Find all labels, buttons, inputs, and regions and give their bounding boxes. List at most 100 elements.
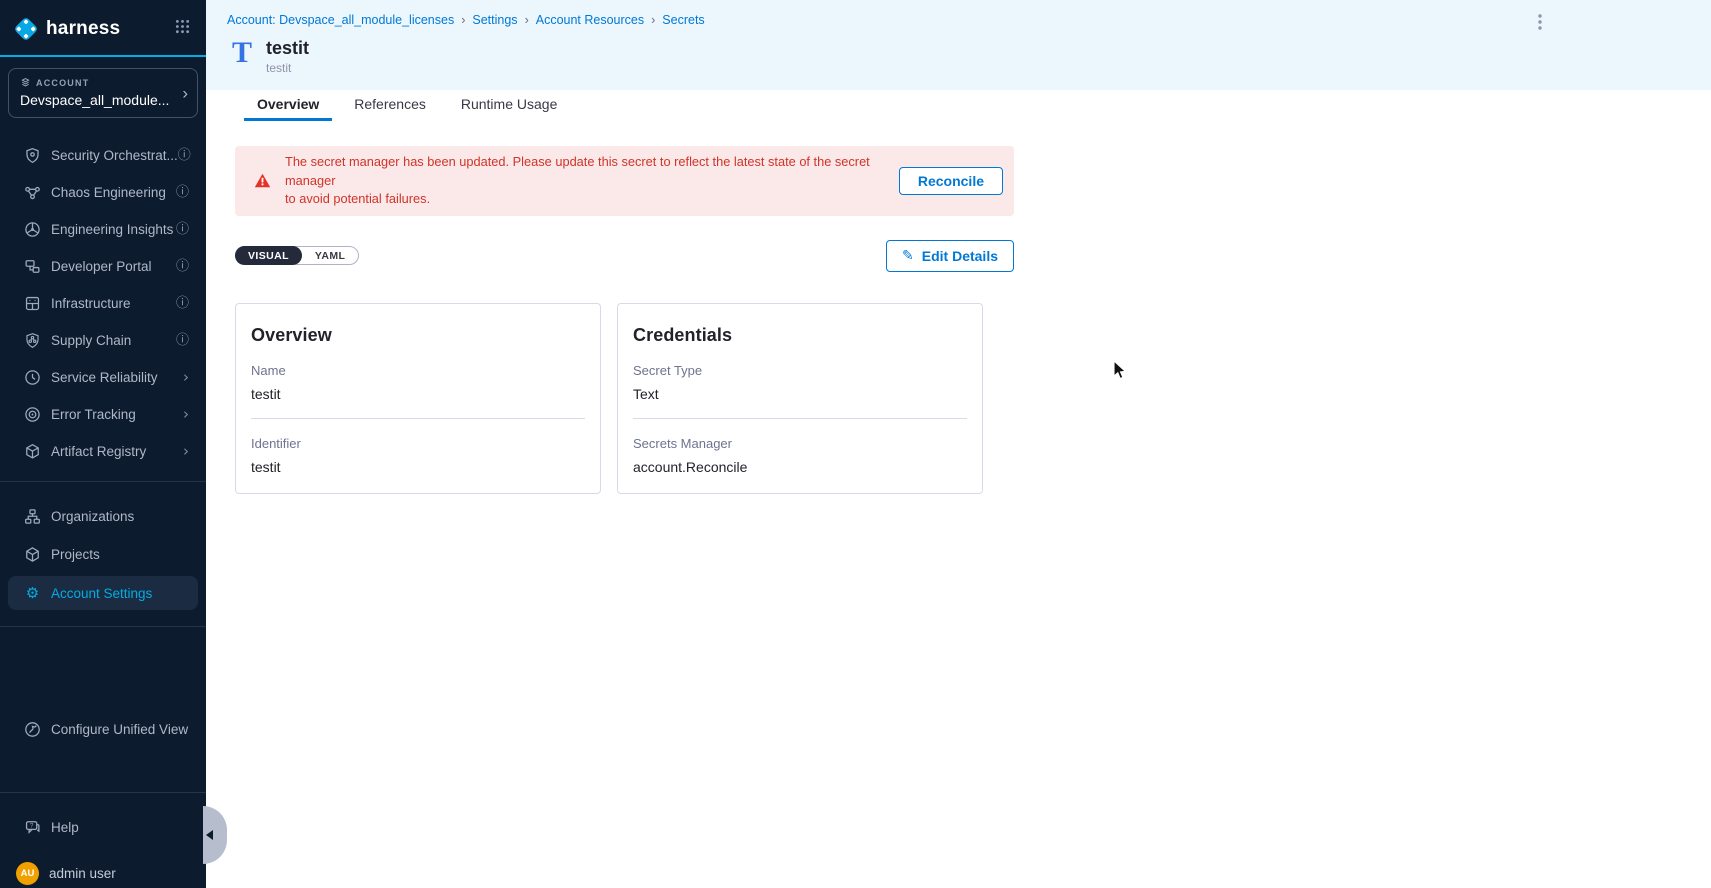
sidebar-item-label: Supply Chain	[51, 333, 131, 348]
card-title: Overview	[251, 325, 585, 346]
sidebar-item-label: Error Tracking	[51, 407, 136, 422]
user-name: admin user	[49, 866, 116, 881]
apps-grid-icon[interactable]	[175, 19, 190, 39]
toggle-yaml[interactable]: YAML	[302, 247, 358, 264]
sidebar-item-label: Security Orchestrat...	[51, 148, 178, 163]
tab-overview[interactable]: Overview	[244, 90, 332, 121]
sidebar-item-account-settings[interactable]: ⚙ Account Settings	[8, 576, 198, 610]
card-title: Credentials	[633, 325, 967, 346]
organizations-icon	[24, 508, 41, 525]
sidebar-item-security-orchestration[interactable]: Security Orchestrat... ⓘ	[0, 141, 206, 169]
artifact-registry-icon	[24, 443, 41, 460]
chevron-right-icon: ›	[183, 407, 189, 422]
warning-message: The secret manager has been updated. Ple…	[285, 153, 893, 209]
breadcrumb-separator: ›	[651, 13, 655, 27]
field-value-name: testit	[251, 386, 585, 402]
sidebar-item-chaos-engineering[interactable]: Chaos Engineering ⓘ	[0, 178, 206, 206]
sidebar-item-error-tracking[interactable]: Error Tracking ›	[0, 400, 206, 428]
info-icon[interactable]: ⓘ	[176, 297, 189, 310]
field-label-identifier: Identifier	[251, 436, 585, 451]
field-label-secret-type: Secret Type	[633, 363, 967, 378]
sidebar-divider	[0, 626, 206, 627]
account-name: Devspace_all_module...	[20, 92, 171, 108]
help-chat-icon: ?	[24, 819, 41, 836]
cards-row: Overview Name testit Identifier testit C…	[235, 303, 1711, 494]
warning-icon	[254, 173, 271, 188]
chevron-right-icon: ›	[182, 85, 188, 102]
info-icon[interactable]: ⓘ	[176, 186, 189, 199]
main-area: Account: Devspace_all_module_licenses › Se…	[206, 0, 1711, 888]
field-label-name: Name	[251, 363, 585, 378]
sidebar-item-infrastructure[interactable]: Infrastructure ⓘ	[0, 289, 206, 317]
kebab-menu-icon[interactable]	[1533, 13, 1547, 36]
sidebar-item-configure-unified-view[interactable]: Configure Unified View	[0, 715, 206, 743]
warning-message-line2: to avoid potential failures.	[285, 190, 893, 209]
visual-yaml-toggle: VISUAL YAML	[235, 246, 359, 265]
accent-rule	[0, 55, 206, 57]
sidebar-item-label: Account Settings	[51, 586, 152, 601]
sidebar-item-label: Service Reliability	[51, 370, 158, 385]
info-icon[interactable]: ⓘ	[178, 149, 191, 162]
breadcrumb-secrets[interactable]: Secrets	[662, 13, 704, 27]
sidebar-item-label: Configure Unified View	[51, 722, 188, 737]
title-row: T testit testit	[227, 38, 1711, 75]
chevron-left-icon	[206, 830, 213, 840]
sidebar-item-service-reliability[interactable]: Service Reliability ›	[0, 363, 206, 391]
sidebar-item-artifact-registry[interactable]: Artifact Registry ›	[0, 437, 206, 465]
sidebar-item-label: Chaos Engineering	[51, 185, 166, 200]
info-icon[interactable]: ⓘ	[176, 223, 189, 236]
sidebar-item-label: Help	[51, 820, 79, 835]
account-scope-selector[interactable]: ACCOUNT Devspace_all_module... ›	[8, 68, 198, 118]
page-header: Account: Devspace_all_module_licenses › Se…	[206, 0, 1711, 90]
card-divider	[633, 418, 967, 419]
sidebar-item-label: Projects	[51, 547, 100, 562]
infrastructure-icon	[24, 295, 41, 312]
breadcrumb: Account: Devspace_all_module_licenses › Se…	[227, 13, 1711, 27]
breadcrumb-separator: ›	[525, 13, 529, 27]
tab-runtime-usage[interactable]: Runtime Usage	[448, 90, 571, 121]
reconcile-button[interactable]: Reconcile	[899, 167, 1003, 195]
page-title: testit	[266, 38, 309, 58]
credentials-card: Credentials Secret Type Text Secrets Man…	[617, 303, 983, 494]
reconcile-warning-banner: The secret manager has been updated. Ple…	[235, 146, 1014, 216]
gear-icon: ⚙	[24, 586, 41, 601]
sidebar-item-help[interactable]: ? Help	[0, 813, 206, 841]
toggle-visual[interactable]: VISUAL	[235, 246, 302, 265]
shield-icon	[24, 147, 41, 164]
sidebar-divider	[0, 481, 206, 482]
insights-icon	[24, 221, 41, 238]
module-nav: Security Orchestrat... ⓘ Chaos Engineeri…	[0, 141, 206, 465]
account-scope-label-row: ACCOUNT	[20, 77, 171, 88]
sidebar-item-label: Engineering Insights	[51, 222, 173, 237]
svg-text:?: ?	[30, 822, 34, 829]
projects-icon	[24, 546, 41, 563]
info-icon[interactable]: ⓘ	[176, 260, 189, 273]
overview-card: Overview Name testit Identifier testit	[235, 303, 601, 494]
breadcrumb-account-resources[interactable]: Account Resources	[536, 13, 644, 27]
sidebar-item-supply-chain[interactable]: Supply Chain ⓘ	[0, 326, 206, 354]
chaos-engineering-icon	[24, 184, 41, 201]
tab-content: The secret manager has been updated. Ple…	[206, 121, 1711, 888]
info-icon[interactable]: ⓘ	[176, 334, 189, 347]
toolbar-row: VISUAL YAML ✎ Edit Details	[235, 240, 1014, 272]
breadcrumb-separator: ›	[461, 13, 465, 27]
field-value-identifier: testit	[251, 459, 585, 475]
field-value-secrets-manager: account.Reconcile	[633, 459, 967, 475]
sidebar-item-organizations[interactable]: Organizations	[0, 500, 206, 532]
edit-details-button[interactable]: ✎ Edit Details	[886, 240, 1014, 272]
user-menu[interactable]: AU admin user	[0, 862, 206, 885]
tab-bar: Overview References Runtime Usage	[206, 90, 1711, 121]
tab-references[interactable]: References	[341, 90, 439, 121]
error-tracking-icon	[24, 406, 41, 423]
sidebar-item-label: Developer Portal	[51, 259, 152, 274]
breadcrumb-account[interactable]: Account: Devspace_all_module_licenses	[227, 13, 454, 27]
warning-message-line1: The secret manager has been updated. Ple…	[285, 153, 893, 190]
service-reliability-icon	[24, 369, 41, 386]
sidebar-item-projects[interactable]: Projects	[0, 538, 206, 570]
layers-icon	[20, 77, 31, 88]
sidebar-item-engineering-insights[interactable]: Engineering Insights ⓘ	[0, 215, 206, 243]
sidebar: harness ACCOUNT Devspace_all_module... ›…	[0, 0, 206, 888]
breadcrumb-settings[interactable]: Settings	[472, 13, 517, 27]
avatar: AU	[16, 862, 39, 885]
sidebar-item-developer-portal[interactable]: Developer Portal ⓘ	[0, 252, 206, 280]
